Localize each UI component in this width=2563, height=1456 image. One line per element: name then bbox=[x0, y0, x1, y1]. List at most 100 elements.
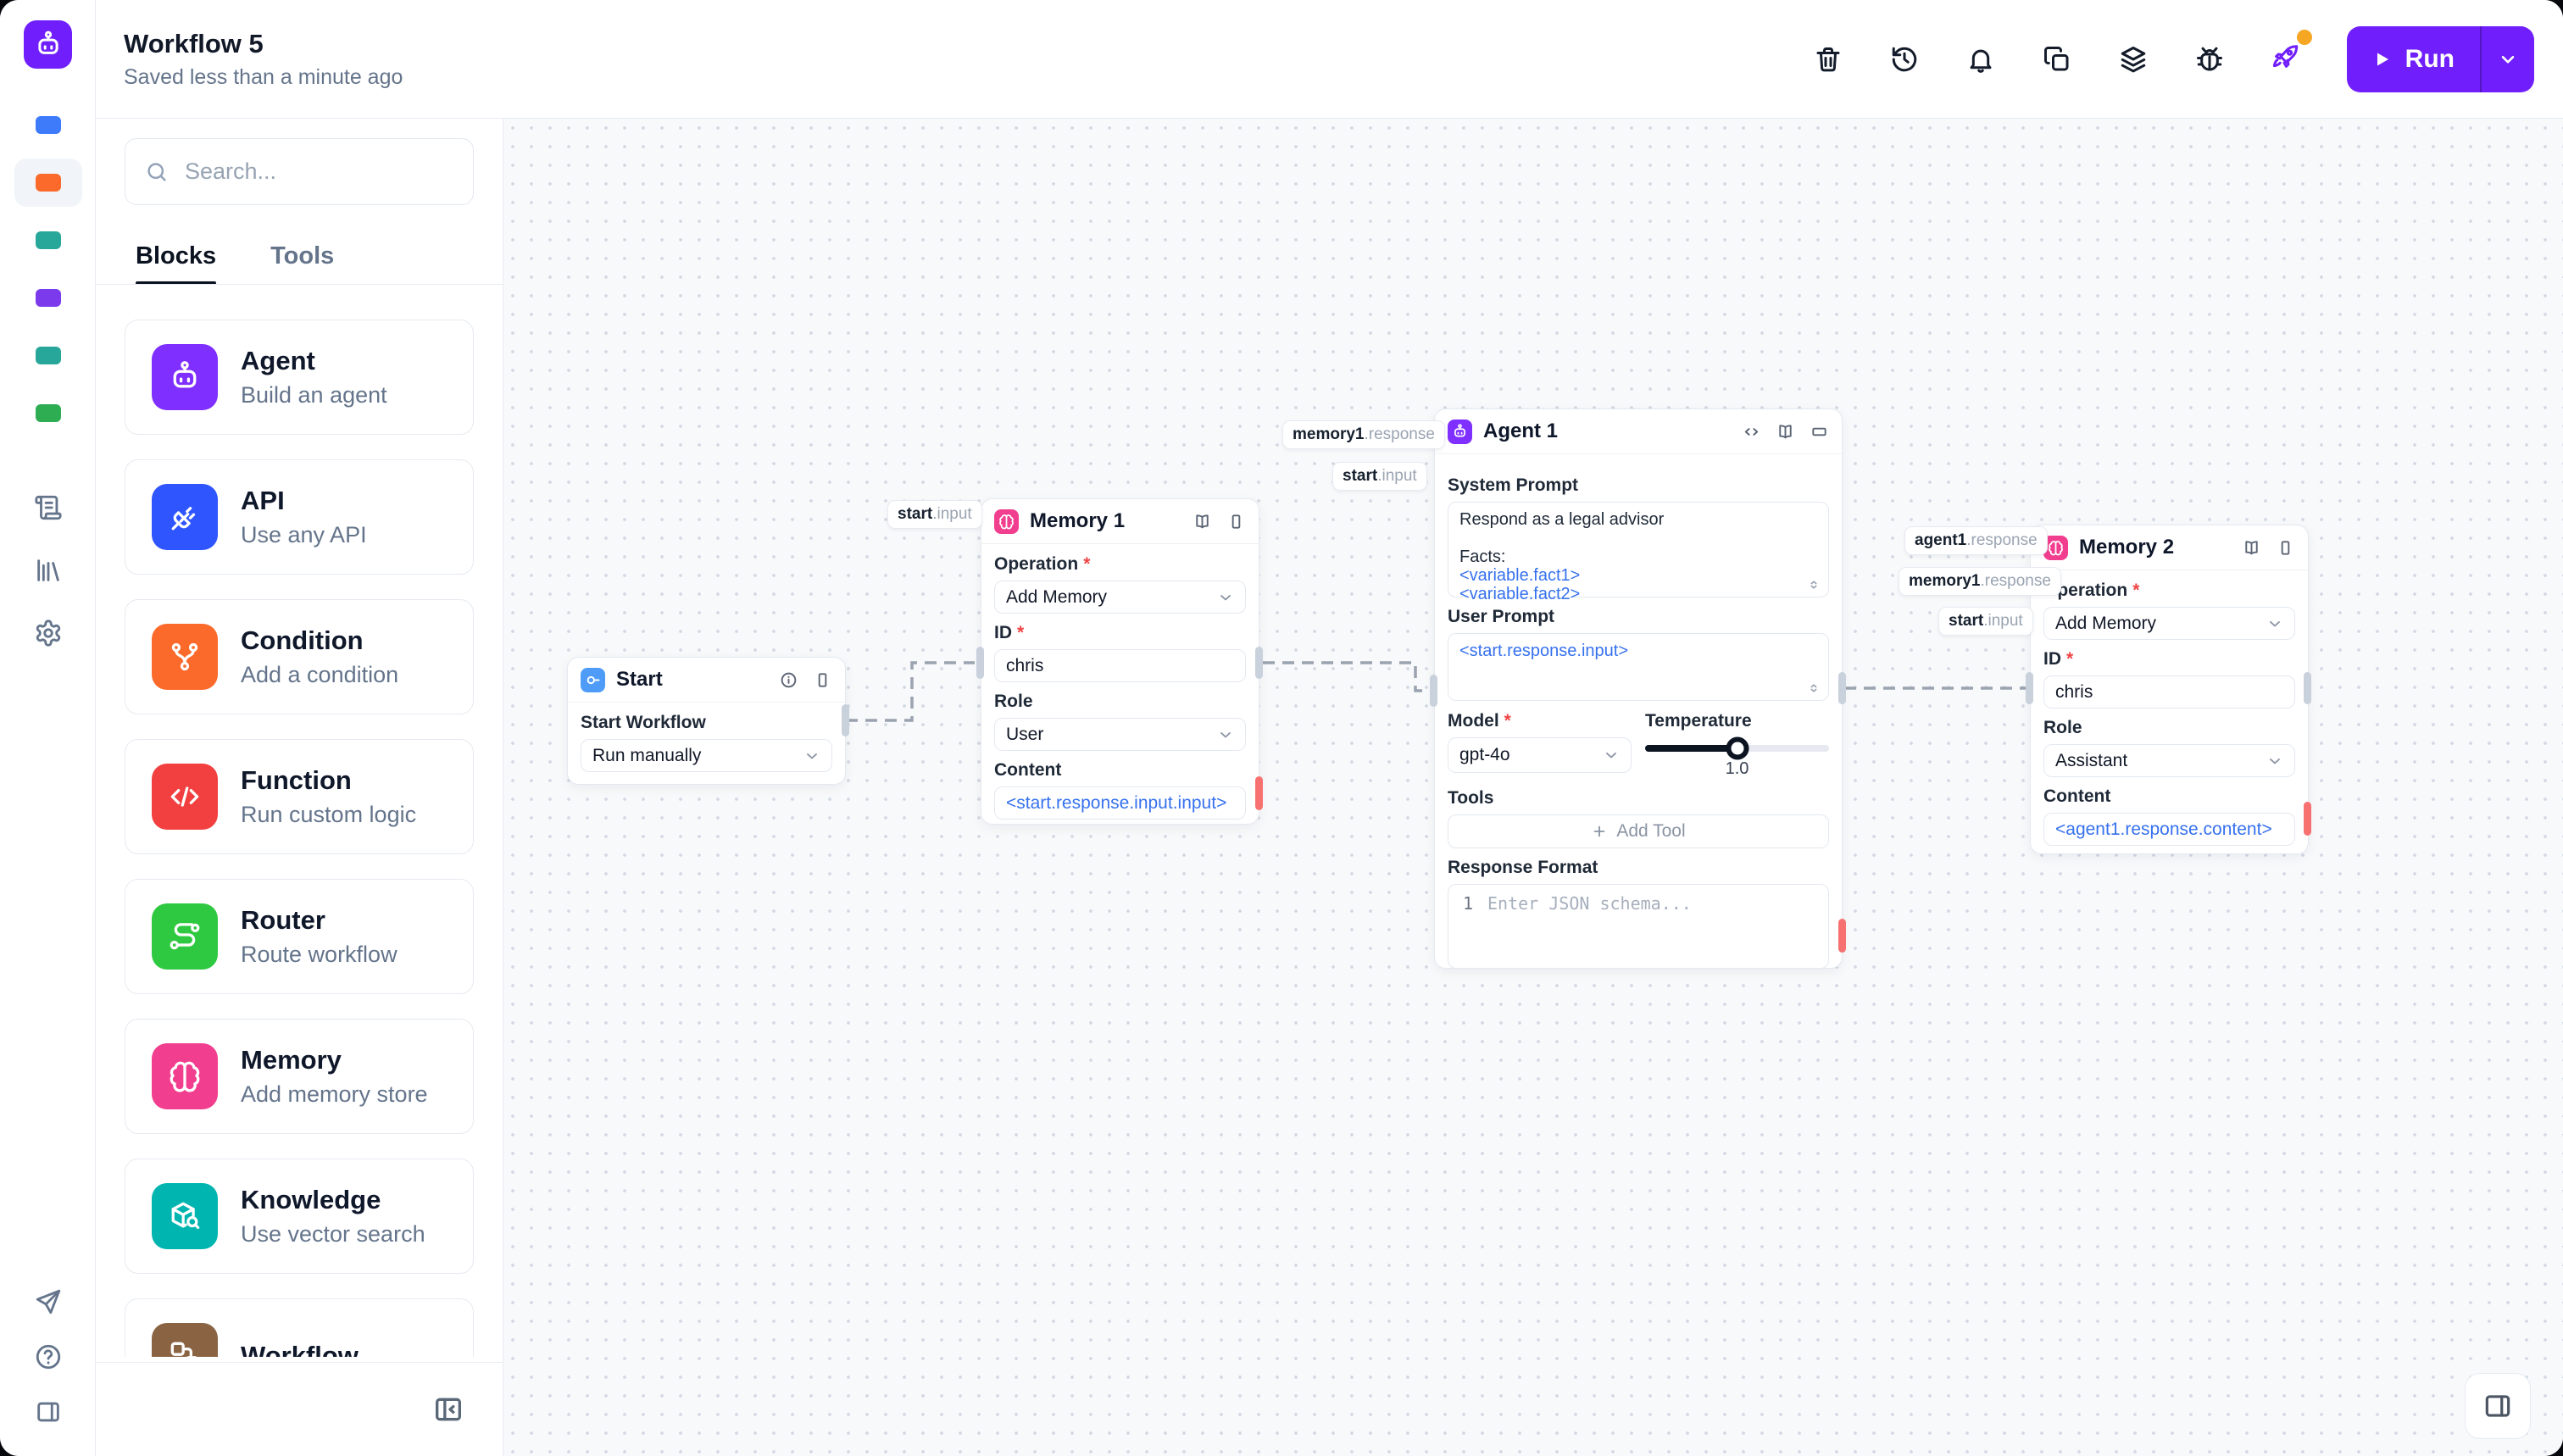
block-card-agent[interactable]: Agent Build an agent bbox=[125, 320, 474, 435]
block-desc: Run custom logic bbox=[241, 802, 417, 827]
port-memory2-error[interactable] bbox=[2304, 802, 2311, 836]
slider-thumb[interactable] bbox=[1726, 736, 1749, 760]
panel-rect-icon[interactable] bbox=[2276, 538, 2295, 558]
workspace-item-3[interactable] bbox=[35, 231, 61, 249]
code-toggle-icon[interactable] bbox=[1742, 422, 1761, 442]
select-value: Run manually bbox=[592, 745, 702, 765]
deploy-wrap bbox=[2271, 30, 2312, 76]
resize-handle-icon[interactable] bbox=[1806, 681, 1821, 696]
notifications-button[interactable] bbox=[1965, 44, 1996, 75]
history-button[interactable] bbox=[1889, 44, 1920, 75]
port-agent1-error[interactable] bbox=[1838, 919, 1846, 953]
role-select[interactable]: Assistant bbox=[2043, 744, 2295, 777]
field-label: System Prompt bbox=[1448, 475, 1579, 495]
wide-rect-icon[interactable] bbox=[1810, 422, 1829, 442]
search-icon bbox=[147, 162, 166, 181]
docs-icon[interactable] bbox=[2242, 538, 2261, 558]
block-card-knowledge[interactable]: Knowledge Use vector search bbox=[125, 1159, 474, 1274]
field-label: Content bbox=[994, 760, 1062, 780]
workspace-item-2-selected[interactable] bbox=[14, 158, 82, 207]
port-memory1-input[interactable] bbox=[976, 647, 984, 679]
system-prompt-textarea[interactable]: Respond as a legal advisor Facts: <varia… bbox=[1448, 502, 1829, 603]
node-start[interactable]: Start Start Workflow Run manually bbox=[567, 657, 846, 785]
duplicate-button[interactable] bbox=[2042, 44, 2072, 75]
block-card-condition[interactable]: Condition Add a condition bbox=[125, 599, 474, 714]
block-card-router[interactable]: Router Route workflow bbox=[125, 879, 474, 994]
deploy-button[interactable] bbox=[2271, 42, 2301, 72]
port-memory2-output[interactable] bbox=[2304, 672, 2311, 704]
block-name: Router bbox=[241, 905, 325, 935]
node-memory2-header: Memory 2 bbox=[2031, 525, 2308, 570]
workspace-list bbox=[0, 116, 96, 422]
panel-toggle-icon[interactable] bbox=[34, 1398, 63, 1426]
operation-select[interactable]: Add Memory bbox=[994, 581, 1246, 614]
block-desc: Add memory store bbox=[241, 1081, 428, 1107]
rail-middle-icons bbox=[0, 493, 96, 647]
panel-rect-icon[interactable] bbox=[1226, 512, 1246, 531]
block-name: Memory bbox=[241, 1045, 342, 1075]
workspace-item-4[interactable] bbox=[35, 289, 61, 307]
app-logo[interactable] bbox=[24, 20, 72, 69]
tab-tools[interactable]: Tools bbox=[270, 242, 334, 285]
content-input[interactable]: <start.response.input.input> bbox=[994, 786, 1246, 820]
port-agent1-output[interactable] bbox=[1838, 672, 1846, 704]
history-icon bbox=[1892, 47, 1916, 71]
node-agent1[interactable]: Agent 1 System Prompt Respond as a legal… bbox=[1434, 408, 1843, 969]
library-icon[interactable] bbox=[34, 556, 63, 585]
trash-icon bbox=[1816, 47, 1840, 71]
content-input[interactable]: <agent1.response.content> bbox=[2043, 813, 2295, 846]
api-tile bbox=[152, 484, 218, 550]
block-card-memory[interactable]: Memory Add memory store bbox=[125, 1019, 474, 1134]
block-card-workflow[interactable]: Workflow bbox=[125, 1298, 474, 1357]
port-start-output[interactable] bbox=[842, 704, 849, 736]
block-card-api[interactable]: API Use any API bbox=[125, 459, 474, 575]
tab-blocks[interactable]: Blocks bbox=[136, 242, 217, 285]
chevron-down-icon bbox=[1606, 753, 1616, 759]
docs-icon[interactable] bbox=[1193, 512, 1212, 531]
user-prompt-textarea[interactable]: <start.response.input> bbox=[1448, 633, 1829, 701]
start-workflow-select[interactable]: Run manually bbox=[581, 739, 832, 772]
info-icon[interactable] bbox=[779, 670, 798, 690]
blocks-sidebar: Blocks Tools Agent Build an agent API Us… bbox=[96, 119, 503, 1456]
workflow-saved-status: Saved less than a minute ago bbox=[124, 64, 403, 89]
workspace-item-5[interactable] bbox=[35, 347, 61, 364]
delete-workflow-button[interactable] bbox=[1813, 44, 1843, 75]
block-card-function[interactable]: Function Run custom logic bbox=[125, 739, 474, 854]
id-input[interactable]: chris bbox=[994, 649, 1246, 682]
search-box bbox=[125, 138, 474, 205]
docs-icon[interactable] bbox=[1776, 422, 1795, 442]
add-tool-button[interactable]: Add Tool bbox=[1448, 814, 1829, 848]
id-input[interactable]: chris bbox=[2043, 675, 2295, 709]
response-format-editor[interactable]: 1 Enter JSON schema... bbox=[1448, 884, 1829, 969]
code-icon bbox=[170, 786, 199, 807]
panel-rect-icon[interactable] bbox=[813, 670, 832, 690]
sidebar-bottom-bar bbox=[96, 1362, 503, 1456]
settings-gear-icon[interactable] bbox=[34, 619, 63, 647]
debug-button[interactable] bbox=[2194, 44, 2225, 75]
port-memory1-error[interactable] bbox=[1255, 776, 1263, 810]
node-memory2[interactable]: Memory 2 Operation * Add Memory ID * chris… bbox=[2030, 525, 2309, 854]
role-select[interactable]: User bbox=[994, 718, 1246, 751]
layers-button[interactable] bbox=[2118, 44, 2149, 75]
model-select[interactable]: gpt-4o bbox=[1448, 737, 1632, 773]
open-panel-button[interactable] bbox=[2465, 1373, 2531, 1439]
temperature-slider[interactable] bbox=[1645, 736, 1829, 760]
port-memory1-output[interactable] bbox=[1255, 647, 1263, 679]
port-memory2-input[interactable] bbox=[2026, 672, 2033, 704]
node-memory1[interactable]: Memory 1 Operation * Add Memory ID * chris… bbox=[981, 498, 1259, 825]
condition-tile bbox=[152, 624, 218, 690]
field-label: ID * bbox=[2043, 649, 2074, 669]
chip-agent1-response: agent1 .response bbox=[1904, 526, 2048, 555]
workspace-item-1[interactable] bbox=[35, 116, 61, 134]
help-icon[interactable] bbox=[34, 1342, 63, 1371]
workspace-item-6[interactable] bbox=[35, 404, 61, 422]
run-button[interactable]: Run bbox=[2347, 26, 2480, 92]
logs-icon[interactable] bbox=[34, 493, 63, 522]
search-input[interactable] bbox=[183, 158, 454, 186]
port-agent1-input[interactable] bbox=[1430, 675, 1437, 707]
resize-handle-icon[interactable] bbox=[1806, 577, 1821, 592]
operation-select[interactable]: Add Memory bbox=[2043, 607, 2295, 640]
send-icon[interactable] bbox=[34, 1287, 63, 1316]
collapse-sidebar-button[interactable] bbox=[431, 1392, 465, 1426]
run-options-button[interactable] bbox=[2482, 26, 2534, 92]
